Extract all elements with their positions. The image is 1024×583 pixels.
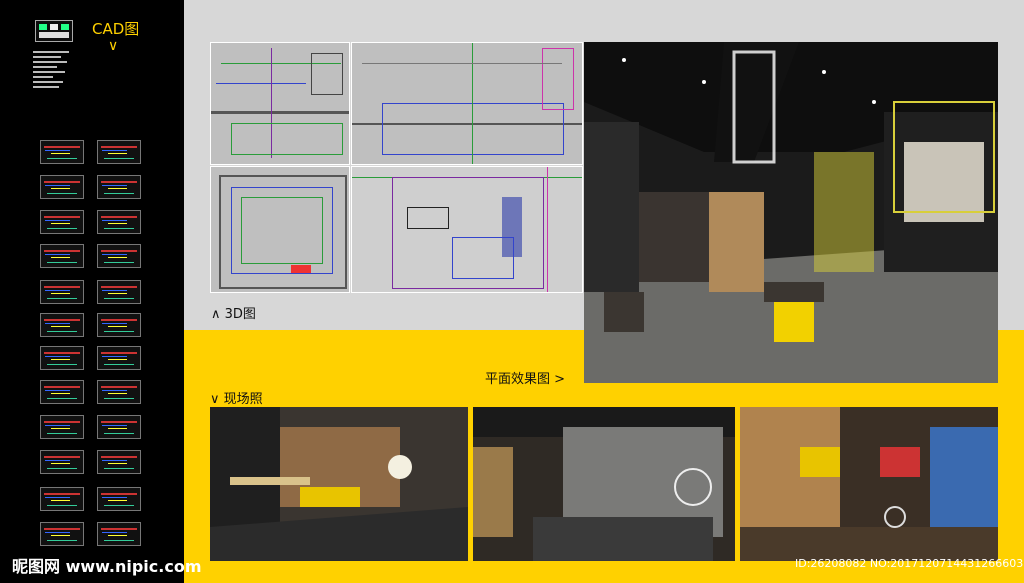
cad-chevron-icon: ∨ — [108, 38, 119, 54]
cad-thumbnail — [40, 415, 84, 439]
cad-thumbnail — [97, 522, 141, 546]
cad-thumbnail — [97, 487, 141, 511]
site-photo-1 — [210, 407, 468, 561]
rendering-image — [584, 42, 998, 383]
cad-thumbnail — [97, 415, 141, 439]
cad-sidebar: CAD图 ∨ — [0, 0, 184, 583]
cad-thumbnail — [40, 244, 84, 268]
caption-site-photos: ∨ 现场照 — [210, 392, 263, 407]
cad-thumbnail — [97, 380, 141, 404]
cad-thumbnail — [40, 313, 84, 337]
wireframe-view-top-left — [210, 42, 350, 165]
cad-thumbnail — [40, 280, 84, 304]
wireframe-view-top-right — [351, 42, 583, 165]
cad-thumbnail — [40, 210, 84, 234]
cad-thumbnail — [97, 244, 141, 268]
caption-render: 平面效果图 > — [485, 372, 566, 387]
site-photo-3 — [740, 407, 998, 561]
wireframe-view-bottom-left — [210, 166, 350, 293]
cad-thumbnail — [40, 487, 84, 511]
cad-thumbnail — [40, 175, 84, 199]
cad-thumbnail — [40, 140, 84, 164]
caption-3d: ∧ 3D图 — [211, 307, 256, 322]
cad-thumbnail — [97, 210, 141, 234]
cad-thumbnail — [40, 346, 84, 370]
cad-thumbnail — [40, 450, 84, 474]
cad-thumbnail — [40, 522, 84, 546]
cad-index-drawing — [35, 20, 73, 42]
cad-thumbnail — [97, 280, 141, 304]
wireframe-view-perspective — [351, 166, 583, 293]
watermark-logo: 昵图网 www.nipic.com — [12, 557, 202, 576]
cad-legend — [33, 48, 73, 104]
cad-thumbnail — [40, 380, 84, 404]
cad-title: CAD图 — [92, 20, 140, 38]
watermark-id: ID:26208082 NO:20171207144312666036 — [795, 557, 1024, 570]
cad-thumbnail — [97, 140, 141, 164]
cad-thumbnail — [97, 313, 141, 337]
cad-thumbnail — [97, 175, 141, 199]
cad-thumbnail — [97, 450, 141, 474]
site-photo-2 — [473, 407, 735, 561]
cad-thumbnail — [97, 346, 141, 370]
